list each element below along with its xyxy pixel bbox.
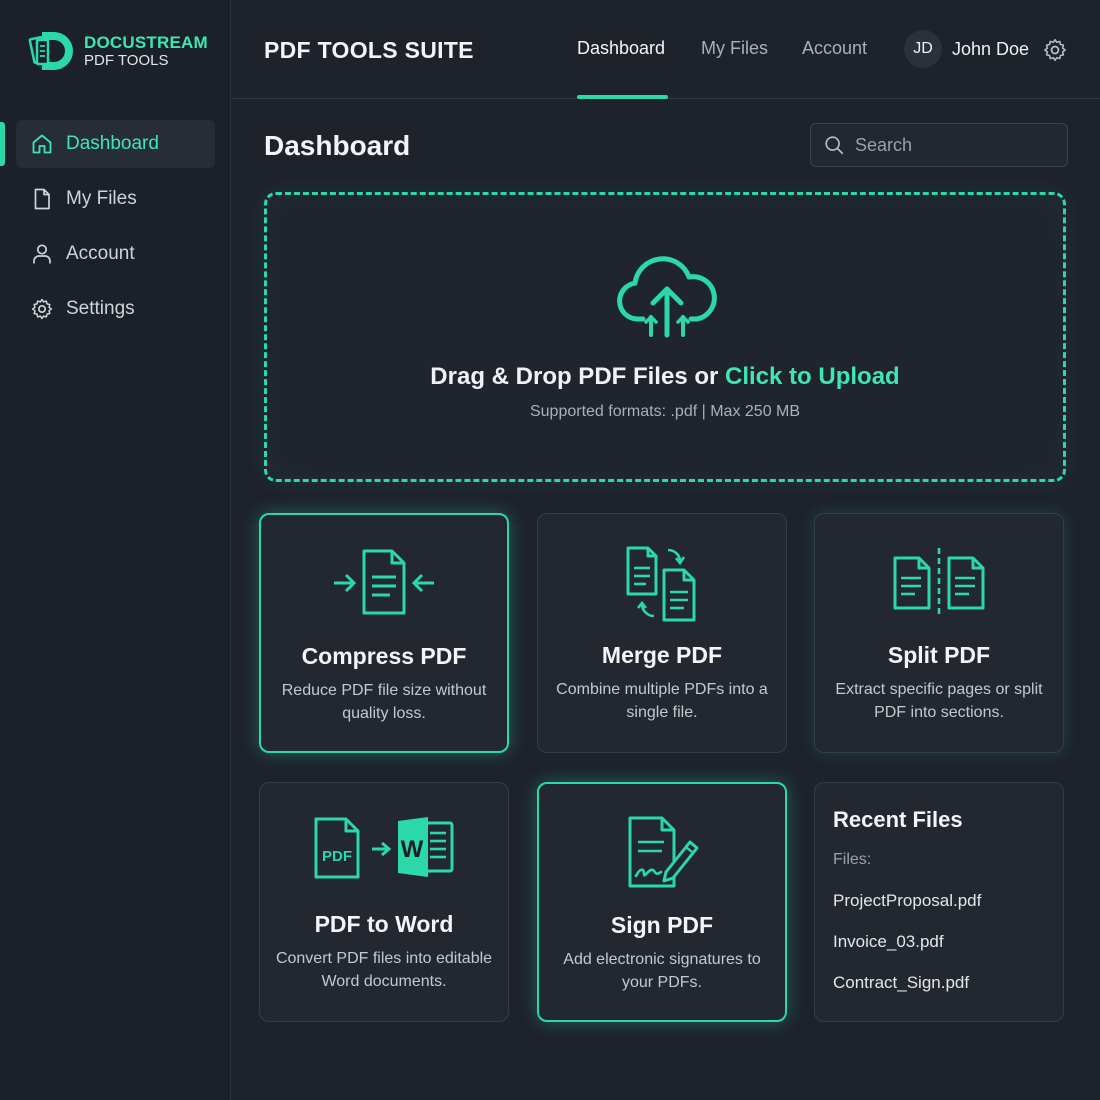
upload-dropzone[interactable]: Drag & Drop PDF Files or Click to Upload… bbox=[264, 192, 1066, 482]
card-description: Add electronic signatures to your PDFs. bbox=[563, 951, 761, 991]
sidebar-item-settings[interactable]: Settings bbox=[16, 285, 215, 333]
cloud-upload-icon bbox=[617, 256, 717, 338]
tool-card-compress[interactable]: Compress PDF Reduce PDF file size withou… bbox=[259, 513, 509, 753]
user-name[interactable]: John Doe bbox=[952, 39, 1029, 60]
tab-account[interactable]: Account bbox=[802, 38, 867, 59]
card-title: Split PDF bbox=[887, 642, 991, 668]
sidebar-item-account[interactable]: Account bbox=[16, 230, 215, 278]
active-tab-indicator bbox=[577, 95, 668, 99]
merge-icon bbox=[626, 546, 696, 622]
sidebar-nav: Dashboard My Files Account Settings bbox=[0, 120, 231, 340]
recent-file-item[interactable]: ProjectProposal.pdf bbox=[833, 891, 981, 911]
logo[interactable]: DOCUSTREAM PDF TOOLS bbox=[28, 26, 208, 76]
app-title: PDF TOOLS SUITE bbox=[264, 37, 474, 63]
card-title: PDF to Word bbox=[314, 911, 454, 937]
home-icon bbox=[32, 134, 52, 154]
tab-my-files[interactable]: My Files bbox=[701, 38, 768, 59]
user-icon bbox=[33, 244, 51, 264]
file-icon bbox=[34, 188, 50, 210]
recent-files-panel: Recent Files Files: ProjectProposal.pdf … bbox=[814, 782, 1064, 1022]
search-box[interactable] bbox=[810, 123, 1068, 167]
recent-files-title: Recent Files bbox=[833, 807, 963, 832]
card-description: Reduce PDF file size without quality los… bbox=[281, 682, 487, 722]
card-description: Combine multiple PDFs into a single file… bbox=[556, 681, 768, 721]
logo-subtitle: PDF TOOLS bbox=[84, 51, 169, 69]
card-title: Sign PDF bbox=[610, 912, 714, 938]
tool-card-pdf-to-word[interactable]: PDF W PDF to Word Convert PDF files into… bbox=[259, 782, 509, 1022]
recent-files-label: Files: bbox=[833, 851, 872, 868]
split-icon bbox=[893, 548, 985, 616]
upload-title: Drag & Drop PDF Files or Click to Upload bbox=[267, 363, 1063, 391]
click-to-upload-link[interactable]: Click to Upload bbox=[725, 363, 900, 390]
tool-card-merge[interactable]: Merge PDF Combine multiple PDFs into a s… bbox=[537, 513, 787, 753]
pdf-to-word-icon: PDF W bbox=[314, 817, 454, 879]
page-title: Dashboard bbox=[264, 130, 411, 161]
sidebar-item-label: My Files bbox=[66, 188, 137, 209]
tool-card-sign[interactable]: Sign PDF Add electronic signatures to yo… bbox=[537, 782, 787, 1022]
sidebar-item-label: Account bbox=[66, 243, 135, 264]
logo-brand: DOCUSTREAM bbox=[84, 32, 208, 52]
card-description: Extract specific pages or split PDF into… bbox=[835, 681, 1043, 721]
avatar[interactable]: JD bbox=[904, 30, 942, 68]
top-bar: PDF TOOLS SUITE Dashboard My Files Accou… bbox=[232, 0, 1100, 99]
card-title: Compress PDF bbox=[301, 643, 467, 669]
tab-dashboard[interactable]: Dashboard bbox=[577, 38, 665, 59]
settings-gear-icon[interactable] bbox=[1042, 37, 1068, 63]
docustream-logo-icon bbox=[28, 32, 73, 70]
gear-icon bbox=[31, 298, 53, 320]
sidebar-item-dashboard[interactable]: Dashboard bbox=[0, 120, 215, 168]
card-description: Convert PDF files into editable Word doc… bbox=[275, 950, 493, 990]
search-icon bbox=[825, 136, 844, 155]
tool-card-split[interactable]: Split PDF Extract specific pages or spli… bbox=[814, 513, 1064, 753]
recent-file-item[interactable]: Contract_Sign.pdf bbox=[833, 973, 969, 993]
recent-file-item[interactable]: Invoice_03.pdf bbox=[833, 932, 944, 952]
sidebar-item-my-files[interactable]: My Files bbox=[16, 175, 215, 223]
upload-title-text: Drag & Drop PDF Files or bbox=[430, 363, 719, 390]
sidebar-item-label: Dashboard bbox=[66, 133, 159, 154]
sidebar-item-label: Settings bbox=[66, 298, 135, 319]
pdf-icon-text: PDF bbox=[322, 848, 352, 865]
sidebar: DOCUSTREAM PDF TOOLS Dashboard My Files … bbox=[0, 0, 231, 1100]
signature-icon bbox=[628, 816, 699, 888]
card-title: Merge PDF bbox=[601, 642, 723, 668]
word-icon-text: W bbox=[401, 836, 424, 863]
compress-icon bbox=[334, 549, 434, 615]
search-input[interactable] bbox=[855, 134, 1055, 156]
upload-subtitle: Supported formats: .pdf | Max 250 MB bbox=[529, 403, 801, 420]
